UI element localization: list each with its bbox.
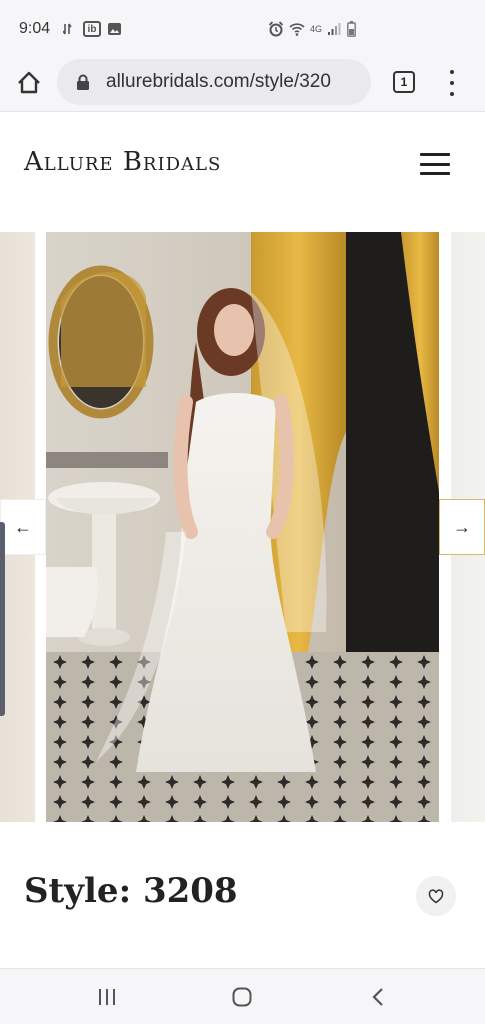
menu-line: [420, 172, 450, 175]
gallery-icon: [106, 21, 122, 37]
dot-icon: [450, 70, 454, 74]
brand-logo[interactable]: Allure Bridals: [24, 147, 221, 177]
browser-home-button[interactable]: [14, 68, 44, 98]
edge-panel-handle[interactable]: [0, 522, 5, 716]
battery-icon: [345, 21, 357, 37]
address-bar[interactable]: allurebridals.com/style/320: [57, 59, 371, 105]
carousel-next-button[interactable]: →: [439, 499, 485, 555]
status-bar: 9:04 ib 4G: [0, 0, 485, 56]
dot-icon: [450, 92, 454, 96]
favorite-button[interactable]: [416, 876, 456, 916]
home-circle-icon: [232, 987, 252, 1007]
dot-icon: [450, 81, 454, 85]
url-text: allurebridals.com/style/320: [106, 71, 331, 92]
signal-icon: [326, 21, 342, 37]
home-button[interactable]: [227, 983, 257, 1011]
status-time: 9:04: [19, 20, 51, 37]
carousel-prev-button[interactable]: ←: [0, 499, 46, 555]
network-speed-icon: [63, 21, 75, 37]
tab-switcher-button[interactable]: 1: [393, 71, 415, 93]
alarm-icon: [268, 21, 284, 37]
menu-line: [420, 162, 450, 166]
system-nav-bar: [0, 968, 485, 1024]
image-carousel[interactable]: ← →: [0, 232, 485, 822]
gown-photo-illustration: [46, 232, 439, 822]
back-icon: [372, 988, 383, 1006]
hamburger-menu-button[interactable]: [420, 153, 450, 175]
browser-menu-button[interactable]: [446, 70, 458, 96]
recents-icon: [99, 989, 115, 1005]
product-title: Style: 3208: [24, 871, 238, 911]
browser-toolbar: allurebridals.com/style/320 1: [0, 56, 485, 112]
ib-app-icon: ib: [83, 21, 101, 37]
back-button[interactable]: [363, 983, 393, 1011]
home-icon: [18, 71, 40, 94]
lock-icon: [76, 74, 90, 90]
recents-button[interactable]: [92, 983, 122, 1011]
menu-line: [420, 153, 450, 156]
network-type: 4G: [309, 24, 322, 34]
site-header: Allure Bridals: [0, 113, 485, 219]
wifi-icon: [289, 21, 305, 37]
gown-photo[interactable]: [46, 232, 439, 822]
heart-icon: [428, 888, 444, 903]
